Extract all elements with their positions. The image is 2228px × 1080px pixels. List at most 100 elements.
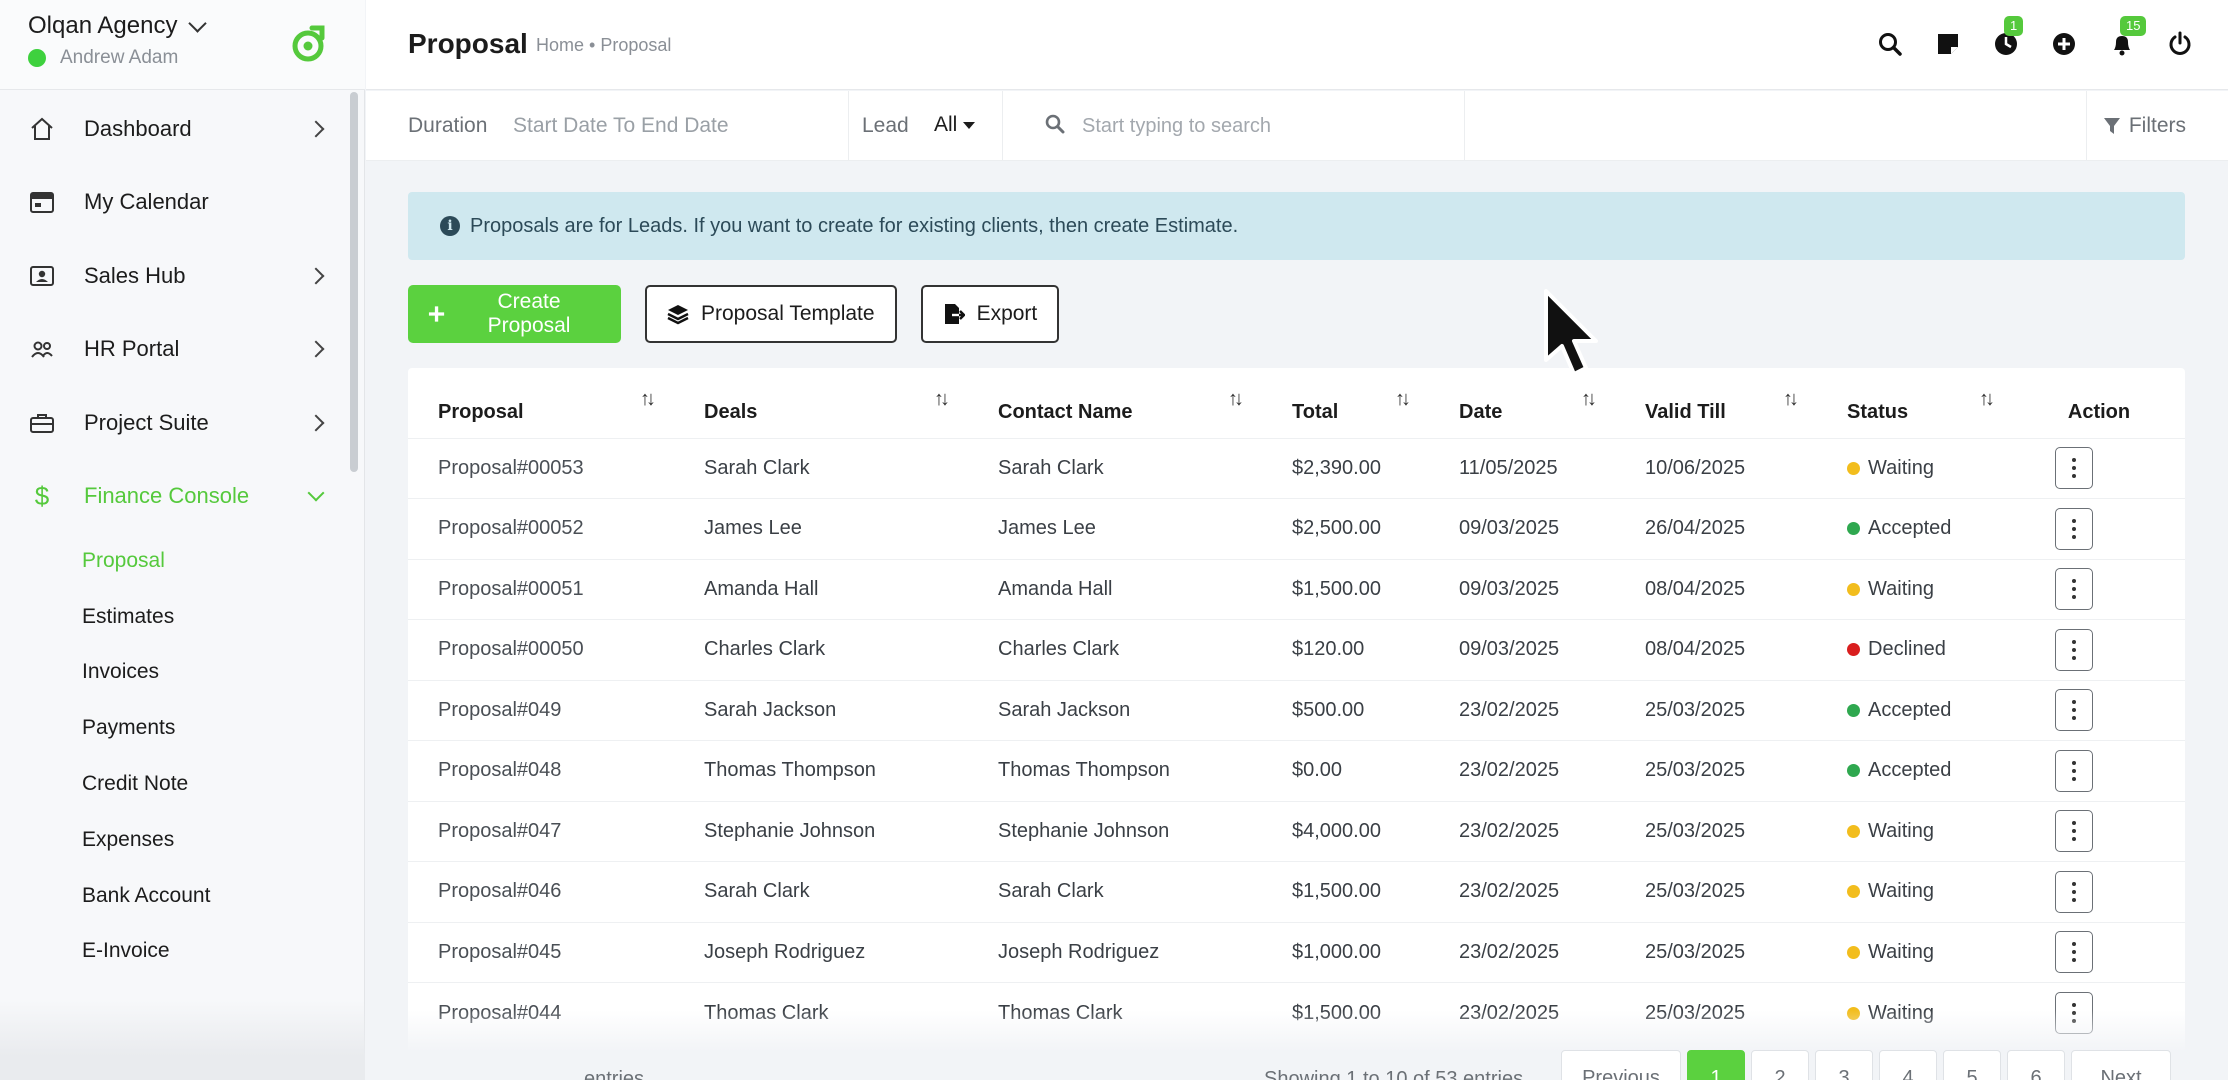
status-dot-icon [1847, 703, 1860, 717]
pagination-page-6[interactable]: 6 [2007, 1050, 2065, 1080]
pagination-page-3[interactable]: 3 [1815, 1050, 1873, 1080]
proposal-number-cell[interactable]: Proposal#048 [408, 740, 674, 801]
proposal-number-cell[interactable]: Proposal#049 [408, 679, 674, 741]
table-row[interactable]: Proposal#047 Stephanie Johnson Stephanie J… [408, 800, 2185, 862]
sidebar-item-project-suite[interactable]: Project Suite [0, 386, 348, 460]
status-label: Accepted [1868, 517, 1952, 540]
topbar-icons: 1 15 [1872, 16, 2198, 62]
sidebar-item-finance-console[interactable]: $ Finance Console [0, 460, 348, 534]
sidebar-subitem-proposal[interactable]: Proposal [82, 533, 348, 589]
workspace-switcher[interactable]: Olqan Agency [28, 12, 208, 40]
sidebar-item-sales-hub[interactable]: Sales Hub [0, 239, 348, 313]
proposal-number-cell[interactable]: Proposal#045 [408, 921, 674, 983]
sort-icon[interactable]: ↑↓ [640, 388, 656, 411]
chevron-right-icon [307, 414, 325, 432]
sidebar-item-dashboard[interactable]: Dashboard [0, 92, 348, 166]
export-button[interactable]: Export [920, 285, 1060, 343]
sort-icon[interactable]: ↑↓ [1979, 388, 1995, 411]
more-options-icon[interactable] [2055, 810, 2093, 853]
sort-icon[interactable]: ↑↓ [1395, 388, 1411, 411]
logo-icon[interactable] [288, 24, 328, 64]
pagination-page-5[interactable]: 5 [1943, 1050, 2001, 1080]
sidebar-subitem-estimates[interactable]: Estimates [82, 589, 348, 645]
valid-till-cell: 25/03/2025 [1615, 679, 1817, 741]
power-icon[interactable] [2162, 26, 2198, 62]
valid-till-cell: 25/03/2025 [1615, 800, 1817, 862]
create-proposal-button[interactable]: Create Proposal [408, 285, 621, 343]
table-row[interactable]: Proposal#046 Sarah Clark Sarah Clark $1,500… [408, 861, 2185, 922]
more-options-icon[interactable] [2055, 931, 2093, 974]
sort-icon[interactable]: ↑↓ [1228, 388, 1244, 411]
sidebar-subitem-bank-account[interactable]: Bank Account [82, 868, 348, 924]
filter-icon [2103, 118, 2120, 134]
sticky-note-icon[interactable] [1930, 26, 1966, 62]
pagination-page-1[interactable]: 1 [1687, 1050, 1745, 1080]
pagination-next[interactable]: Next [2071, 1050, 2171, 1080]
page-title: Proposal [408, 28, 528, 59]
table-row[interactable]: Proposal#048 Thomas Thompson Thomas Thomps… [408, 740, 2185, 801]
column-header-total[interactable]: Total ↑↓ [1262, 368, 1429, 438]
total-cell: $2,390.00 [1262, 437, 1429, 499]
more-options-icon[interactable] [2055, 870, 2093, 913]
bell-icon[interactable]: 15 [2104, 16, 2147, 62]
sidebar-scrollbar[interactable] [350, 92, 358, 472]
sidebar-item-my-calendar[interactable]: My Calendar [0, 166, 348, 240]
sidebar-subitem-credit-note[interactable]: Credit Note [82, 756, 348, 812]
more-options-icon[interactable] [2055, 749, 2093, 792]
more-options-icon[interactable] [2055, 507, 2093, 550]
column-header-contact-name[interactable]: Contact Name ↑↓ [968, 368, 1262, 438]
column-header-valid-till[interactable]: Valid Till ↑↓ [1615, 368, 1817, 438]
sort-icon[interactable]: ↑↓ [1783, 388, 1799, 411]
pagination-page-2[interactable]: 2 [1751, 1050, 1809, 1080]
column-header-deals[interactable]: Deals ↑↓ [674, 368, 968, 438]
more-options-icon[interactable] [2055, 447, 2093, 490]
proposal-number-cell[interactable]: Proposal#047 [408, 800, 674, 862]
sidebar-subitem-expenses[interactable]: Expenses [82, 812, 348, 868]
pagination: Previous 1 2 3 4 5 6 Next [1561, 1050, 2171, 1080]
column-header-status[interactable]: Status ↑↓ [1817, 368, 2013, 438]
total-cell: $1,500.00 [1262, 558, 1429, 620]
chevron-down-icon [307, 484, 325, 502]
more-options-icon[interactable] [2055, 689, 2093, 732]
entries-label: entries [584, 1068, 645, 1080]
pagination-page-4[interactable]: 4 [1879, 1050, 1937, 1080]
lead-select[interactable]: All [934, 113, 976, 137]
table-row[interactable]: Proposal#00052 James Lee James Lee $2,500.0… [408, 498, 2185, 559]
date-cell: 23/02/2025 [1429, 679, 1615, 741]
sidebar-subitem-e-invoice[interactable]: E-Invoice [82, 924, 348, 980]
proposal-number-cell[interactable]: Proposal#046 [408, 861, 674, 922]
search-icon[interactable] [1872, 26, 1908, 62]
breadcrumb[interactable]: Home • Proposal [536, 35, 671, 56]
sidebar-subitem-invoices[interactable]: Invoices [82, 645, 348, 701]
table-row[interactable]: Proposal#00053 Sarah Clark Sarah Clark $2,3… [408, 437, 2185, 499]
sort-icon[interactable]: ↑↓ [934, 388, 950, 411]
more-options-icon[interactable] [2055, 568, 2093, 611]
sidebar-subitem-payments[interactable]: Payments [82, 700, 348, 756]
date-range-picker[interactable]: Start Date To End Date [513, 114, 729, 138]
pagination-previous[interactable]: Previous [1561, 1050, 1681, 1080]
column-header-proposal[interactable]: Proposal ↑↓ [408, 368, 674, 438]
filters-button[interactable]: Filters [2103, 114, 2186, 138]
sidebar-item-hr-portal[interactable]: HR Portal [0, 313, 348, 387]
table-row[interactable]: Proposal#00051 Amanda Hall Amanda Hall $1,5… [408, 558, 2185, 620]
sidebar-nav: Dashboard My Calendar Sales Hub HR Porta… [0, 92, 348, 979]
search-input[interactable] [1082, 105, 1462, 147]
proposal-number-cell[interactable]: Proposal#00052 [408, 498, 674, 559]
contact-name-cell: James Lee [968, 498, 1262, 559]
more-options-icon[interactable] [2055, 628, 2093, 671]
timer-icon[interactable]: 1 [1988, 16, 2024, 62]
sort-icon[interactable]: ↑↓ [1581, 388, 1597, 411]
table-row[interactable]: Proposal#00050 Charles Clark Charles Clark… [408, 619, 2185, 680]
proposal-number-cell[interactable]: Proposal#00050 [408, 619, 674, 680]
table-row[interactable]: Proposal#045 Joseph Rodriguez Joseph Rodri… [408, 921, 2185, 983]
action-cell [2013, 679, 2185, 741]
table-row[interactable]: Proposal#049 Sarah Jackson Sarah Jackson $5… [408, 679, 2185, 741]
add-circle-icon[interactable] [2046, 26, 2082, 62]
sidebar-item-label: HR Portal [84, 336, 180, 362]
proposal-template-button[interactable]: Proposal Template [645, 285, 897, 343]
mouse-cursor-icon [1544, 289, 1598, 376]
showing-entries-text: Showing 1 to 10 of 53 entries [1264, 1068, 1524, 1080]
proposal-number-cell[interactable]: Proposal#00051 [408, 558, 674, 620]
proposal-number-cell[interactable]: Proposal#00053 [408, 437, 674, 499]
contact-name-cell: Sarah Clark [968, 437, 1262, 499]
